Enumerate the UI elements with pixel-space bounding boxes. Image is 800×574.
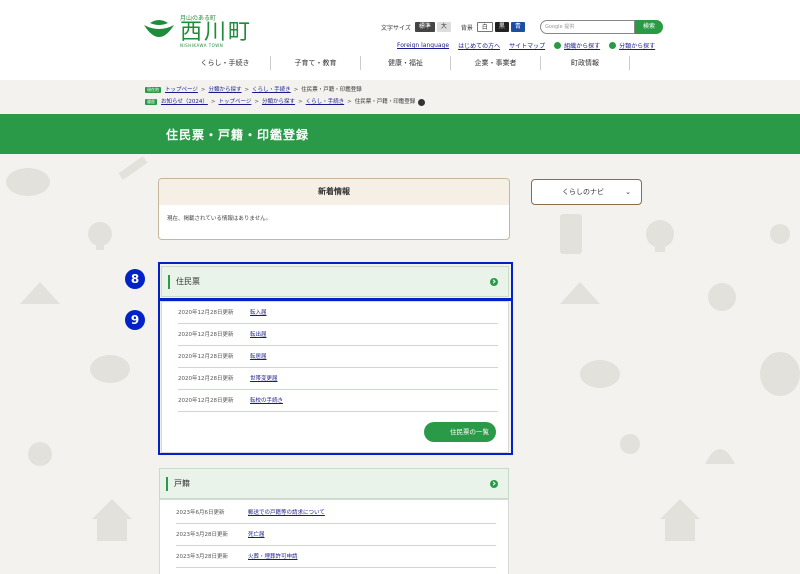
font-large-button[interactable]: 大 (436, 22, 451, 32)
font-standard-button[interactable]: 標準 (414, 22, 435, 32)
section-list-koseki: 2023年6月6日更新 郵送での戸籍等の請求について 2023年3月28日更新 … (159, 499, 509, 574)
breadcrumb-link[interactable]: トップページ (219, 96, 252, 108)
breadcrumb-link[interactable]: 分類から探す (209, 84, 242, 96)
section-header-koseki[interactable]: 戸籍 (159, 468, 509, 499)
bg-black-button[interactable]: 黒 (494, 22, 509, 32)
living-navi-dropdown[interactable]: くらしのナビ ⌄ (531, 179, 642, 205)
navi-label: くらしのナビ (562, 188, 604, 196)
item-link[interactable]: 郵送での戸籍等の請求について (248, 502, 325, 523)
list-item: 2023年3月28日更新 火葬・埋葬許可申請 (176, 546, 496, 568)
breadcrumb-tag: 履歴 (145, 99, 157, 105)
clear-history-icon[interactable] (418, 98, 426, 106)
nav-health[interactable]: 健康・福祉 (360, 56, 450, 70)
breadcrumb-link[interactable]: くらし・手続き (252, 84, 291, 96)
item-link[interactable]: 火葬・埋葬許可申請 (248, 546, 298, 567)
breadcrumb: 現在地 トップページ > 分類から探す > くらし・手続き > 住民票・戸籍・印鑑登録… (145, 84, 426, 108)
search-by-org-link[interactable]: 組織から探す (564, 41, 600, 50)
utility-links: Foreign language はじめての方へ サイトマップ 組織から探す 分… (397, 41, 664, 50)
arrow-circle-icon (490, 479, 498, 488)
breadcrumb-tag: 現在地 (145, 87, 161, 93)
breadcrumb-current-page: 住民票・戸籍・印鑑登録 (301, 87, 362, 93)
annotation-badge-8: 8 (125, 269, 145, 289)
highlight-box-9 (158, 299, 513, 455)
item-link[interactable]: 死亡届 (248, 524, 265, 545)
chevron-down-icon: ⌄ (625, 188, 631, 196)
breadcrumb-link[interactable]: トップページ (165, 84, 198, 96)
search-button[interactable]: 検索 (635, 20, 663, 34)
site-search: Google 提供 検索 (540, 20, 663, 34)
nav-living[interactable]: くらし・手続き (180, 56, 270, 70)
search-by-category-link[interactable]: 分類から探す (619, 41, 655, 50)
sitemap-link[interactable]: サイトマップ (509, 41, 545, 50)
nav-business[interactable]: 企業・事業者 (450, 56, 540, 70)
breadcrumb-link[interactable]: くらし・手続き (306, 96, 345, 108)
breadcrumb-current-page: 住民票・戸籍・印鑑登録 (354, 99, 416, 105)
first-time-link[interactable]: はじめての方へ (458, 41, 500, 50)
news-box: 新着情報 現在、掲載されている情報はありません。 (158, 178, 510, 240)
list-item: 2023年6月6日更新 郵送での戸籍等の請求について (176, 502, 496, 524)
news-body: 現在、掲載されている情報はありません。 (167, 216, 272, 222)
bg-white-button[interactable]: 白 (476, 22, 493, 32)
accent-bar (166, 476, 168, 491)
list-item: 2023年3月28日更新 死亡届 (176, 524, 496, 546)
title-band: 住民票・戸籍・印鑑登録 (0, 114, 800, 154)
breadcrumb-current: 現在地 トップページ > 分類から探す > くらし・手続き > 住民票・戸籍・印鑑登録 (145, 84, 425, 96)
background-label: 背景 (460, 24, 473, 32)
accessibility-tools: 文字サイズ 標準 大 背景 白 黒 青 (381, 22, 527, 32)
update-date: 2023年6月6日更新 (176, 510, 225, 516)
site-header: 月山のある町 西川町 NISHIKAWA TOWN 文字サイズ 標準 大 背景 … (0, 0, 800, 80)
highlight-box-8 (158, 262, 513, 300)
arrow-circle-icon (554, 42, 562, 49)
nav-town-admin[interactable]: 町政情報 (540, 56, 630, 70)
bg-blue-button[interactable]: 青 (510, 22, 525, 32)
news-title: 新着情報 (159, 179, 509, 205)
site-logo[interactable]: 月山のある町 西川町 NISHIKAWA TOWN (142, 16, 252, 48)
logo-title: 西川町 (180, 20, 253, 45)
leaf-logo-icon (144, 20, 174, 37)
search-input[interactable]: Google 提供 (540, 20, 635, 34)
breadcrumb-link[interactable]: 分類から探す (262, 96, 295, 108)
breadcrumb-history: 履歴 お知らせ（2024） > トップページ > 分類から探す > くらし・手続き > … (145, 96, 426, 108)
section-title: 戸籍 (174, 479, 190, 488)
arrow-circle-icon (609, 42, 617, 49)
update-date: 2023年3月28日更新 (176, 532, 228, 538)
breadcrumb-link[interactable]: お知らせ（2024） (161, 96, 208, 108)
font-size-label: 文字サイズ (381, 24, 411, 32)
page-title: 住民票・戸籍・印鑑登録 (166, 128, 310, 142)
nav-childcare[interactable]: 子育て・教育 (270, 56, 360, 70)
annotation-badge-9: 9 (125, 310, 145, 330)
update-date: 2023年3月28日更新 (176, 554, 228, 560)
foreign-language-link[interactable]: Foreign language (397, 42, 449, 49)
global-nav: くらし・手続き 子育て・教育 健康・福祉 企業・事業者 町政情報 (180, 56, 630, 70)
